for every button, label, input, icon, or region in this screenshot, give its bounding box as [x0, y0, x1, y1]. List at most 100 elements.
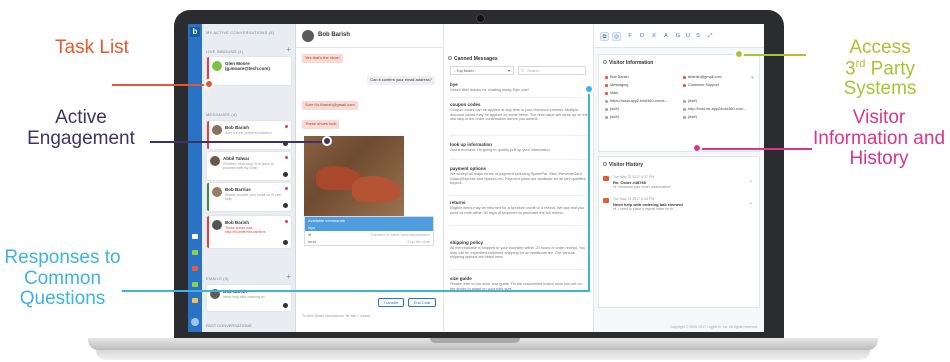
task-card[interactable]: Glen Moore (g.moore@tech.com) Instant ch… — [207, 57, 291, 85]
canned-item[interactable]: payment options We accept all major forms… — [450, 166, 588, 196]
integration-button[interactable]: F — [626, 32, 634, 41]
canned-item[interactable]: bye Great! Well thanks for chatting today… — [450, 82, 588, 98]
canned-item-title: size guide — [450, 276, 472, 281]
canned-search-input[interactable]: ⚲ Search — [518, 66, 586, 75]
canned-item-title: payment options — [450, 166, 487, 171]
visitor-panel: ⧉ ◎ F D X A G U S ⤢ Visitor Information … — [594, 24, 764, 332]
callout-access-3rd-party: Access 3rd Party Systems — [810, 37, 950, 100]
command-menu-title: Available commands — [305, 217, 433, 224]
app-screen: b MY ACTIVE CONVERSATIONS (8) LIVE INBOU… — [188, 24, 764, 332]
visitor-field: (###) — [605, 115, 619, 119]
past-conversations-link[interactable]: PAST CONVERSATIONS — [206, 323, 252, 328]
command-name: /sys — [308, 225, 316, 230]
visitor-pointer-line — [700, 148, 812, 150]
mail-icon — [603, 198, 609, 203]
canned-item-body: Great! Well thanks for chatting today. B… — [450, 88, 529, 92]
end-chat-button[interactable]: End Chat — [408, 298, 436, 307]
canned-item[interactable]: size guide Please refer to our shoe size … — [450, 276, 588, 298]
visitor-information-card: Visitor Information Bob Barish Messaging… — [598, 54, 760, 152]
task-card[interactable]: Bob Barish These shoes look http://bf.pr… — [207, 216, 291, 248]
history-date: Tue May 23 2017 5:37 PM — [613, 175, 655, 179]
history-preview: Hi, I need to place a repeat order for t… — [613, 207, 677, 211]
integration-button[interactable]: X — [650, 32, 658, 41]
copyright-text: Copyright © 2005-2017 LogMeIn, Inc. All … — [669, 325, 758, 329]
info-icon — [603, 60, 607, 64]
avatar — [212, 187, 222, 197]
task-card-name: Abbil Talwar — [223, 156, 250, 161]
task-card-name: Bob Barish — [225, 125, 250, 130]
user-avatar-icon[interactable] — [191, 318, 199, 326]
folder-select-value: - Top folder - — [454, 68, 477, 73]
history-item[interactable]: Tue May 23 2017 5:37 PM Re: Order #48765… — [603, 175, 753, 193]
add-icon[interactable]: + — [286, 272, 291, 281]
laptop-shadow — [96, 350, 870, 360]
transfer-button[interactable]: Transfer — [378, 298, 404, 307]
edit-icon[interactable]: ✎ — [751, 75, 754, 80]
integration-button[interactable]: G — [674, 32, 682, 41]
chat-message-in: Sure it's fbarish@gmail.com — [302, 101, 358, 110]
canned-item[interactable]: coupon codes Coupon codes can be applied … — [450, 102, 588, 136]
task-card-text: Sure it's the preferred carrier's — [225, 131, 272, 135]
add-icon[interactable]: + — [286, 45, 291, 54]
speaker-icon[interactable] — [192, 234, 198, 239]
chat-message-in: Yes that's the shoe! — [302, 54, 343, 63]
settings-icon[interactable]: ◎ — [612, 32, 621, 41]
folder-select[interactable]: - Top folder - ▾ — [450, 66, 514, 75]
canned-item[interactable]: look up information Just a moment. I'm go… — [450, 142, 588, 160]
integration-button[interactable]: A — [662, 32, 670, 41]
task-card-text: Problem: How long I'll of place to proce… — [223, 162, 274, 171]
history-item[interactable]: Tue May 23 2017 5:35 PM Need help with o… — [603, 197, 753, 215]
chevron-down-icon[interactable]: ⌄ — [749, 200, 753, 206]
avatar — [212, 125, 222, 135]
visitor-field: (###) — [683, 115, 697, 119]
email-icon[interactable] — [192, 298, 198, 303]
message-icon[interactable] — [192, 266, 198, 271]
clock-icon — [605, 115, 608, 119]
callout-access-line1: Access — [849, 37, 911, 58]
task-list-pointer-line — [112, 84, 208, 86]
canned-item[interactable]: returns Eligible items may be returned fo… — [450, 200, 588, 226]
access-pointer-line — [742, 54, 806, 56]
callout-active-engagement: Active Engagement — [27, 107, 135, 149]
canned-item-title: coupon codes — [450, 102, 481, 107]
canned-messages-panel: Canned Messages - Top folder - ▾ ⚲ Search … — [444, 24, 594, 332]
copy-icon[interactable]: ⧉ — [600, 32, 609, 41]
laptop-notch — [430, 338, 520, 343]
integration-button[interactable]: D — [638, 32, 646, 41]
command-desc: Transfer to other user/department — [370, 232, 430, 237]
chat-icon[interactable] — [192, 250, 198, 255]
unread-flag-icon — [285, 187, 288, 190]
canned-item[interactable]: shipping policy All merchandise is shippe… — [450, 240, 588, 270]
task-card[interactable]: Bob Barish Sure it's the preferred carri… — [207, 121, 291, 149]
avatar — [302, 30, 314, 42]
callout-access-ordinal: 3 — [845, 57, 856, 79]
chevron-down-icon[interactable]: ⌄ — [749, 178, 753, 184]
command-item[interactable]: /lt Transfer to other user/department — [305, 231, 433, 238]
unread-flag-icon — [285, 220, 288, 223]
chat-footer-hint: To view Smart Discussions: hit /tab + /s… — [302, 314, 371, 318]
command-item[interactable]: /end End the chat — [305, 238, 433, 245]
visitor-field-value: (###) — [688, 99, 697, 103]
expand-icon[interactable]: ⤢ — [706, 32, 714, 41]
task-card-text: These shoes look http://bf.preferred.car… — [225, 226, 266, 235]
task-card[interactable]: Abbil Talwar Problem: How long I'll of p… — [207, 152, 291, 180]
sms-icon[interactable] — [192, 282, 198, 287]
visitor-history-title: Visitor History — [609, 162, 644, 168]
visitor-field-value: (###) — [688, 115, 697, 119]
badge-icon — [283, 240, 288, 245]
visitor-field: http://bold.nic.app2/bold360.com... — [683, 107, 746, 111]
bold-logo-icon[interactable]: b — [190, 27, 200, 37]
task-card[interactable]: Bob Barrius Please provide your email so… — [207, 183, 291, 211]
unread-flag-icon — [285, 125, 288, 128]
chat-message-out: Can it confirm your email address? — [367, 76, 435, 85]
live-inbound-header: LIVE INBOUND (1) — [206, 49, 244, 54]
clock-icon — [683, 115, 686, 119]
visitor-field-value: (###) — [610, 107, 619, 111]
task-card[interactable]: Bob Barish Need help with ordering au — [207, 285, 291, 311]
integration-button[interactable]: U — [684, 32, 692, 41]
department-icon — [683, 83, 686, 87]
callout-visitor-info: Visitor Information and History — [812, 107, 946, 170]
command-item[interactable]: /sys — [305, 224, 433, 231]
task-card-text: Please provide your email so I'll can he… — [225, 193, 281, 202]
integration-button[interactable]: S — [694, 32, 702, 41]
